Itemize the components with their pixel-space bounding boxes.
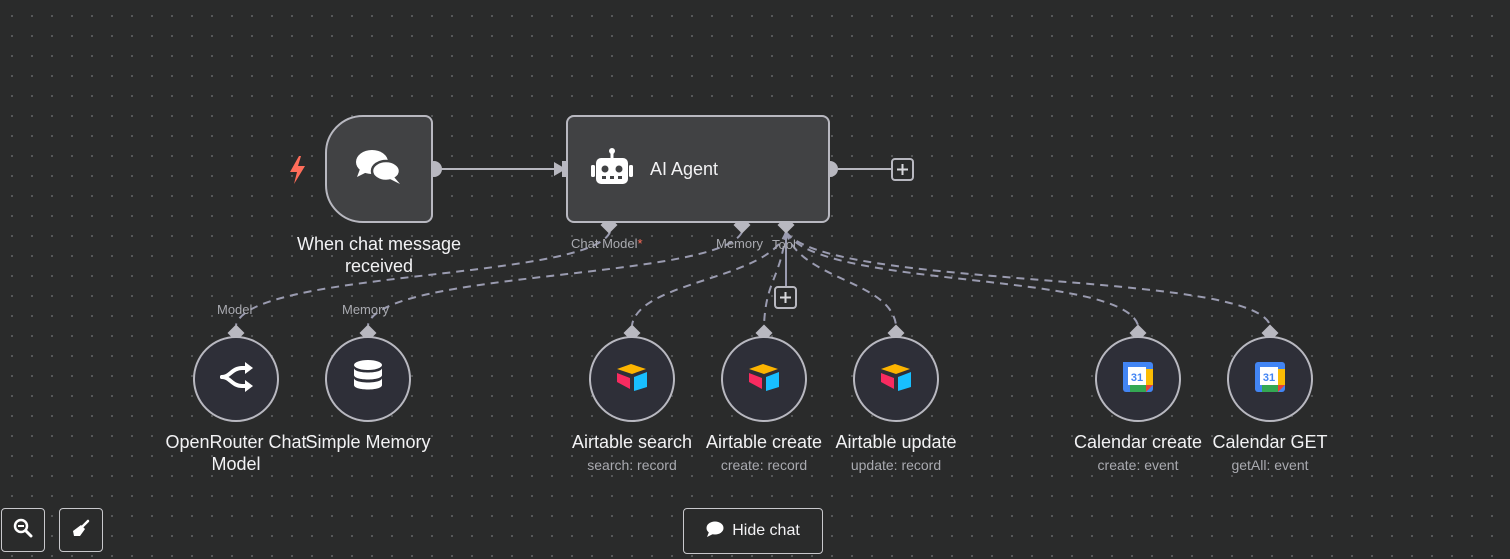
google-calendar-icon: 31 — [1255, 361, 1285, 397]
airtable-icon — [615, 363, 649, 396]
airtable-update-label: Airtable update — [835, 432, 957, 452]
hide-chat-button[interactable]: Hide chat — [683, 508, 823, 554]
database-icon — [353, 359, 383, 399]
chat-bubbles-icon — [354, 147, 404, 192]
airtable-search-node[interactable] — [589, 336, 675, 422]
agent-add-next-button[interactable] — [891, 158, 914, 181]
google-calendar-icon: 31 — [1123, 361, 1153, 397]
openrouter-port-label: Model — [217, 302, 253, 317]
robot-icon — [588, 145, 636, 193]
connections-layer — [227, 158, 1279, 342]
memory-port-label: Memory — [716, 236, 763, 251]
chat-model-port-label: Chat Model* — [571, 236, 643, 251]
calendar-day-number: 31 — [1263, 372, 1275, 384]
chat-trigger-label: When chat message received — [296, 234, 462, 276]
airtable-icon — [747, 363, 781, 396]
openrouter-chat-model-node[interactable] — [193, 336, 279, 422]
tidy-up-button[interactable] — [59, 508, 103, 552]
calendar-get-label: Calendar GET — [1212, 432, 1328, 452]
airtable-update-operation: update: record — [850, 457, 942, 473]
hide-chat-label: Hide chat — [732, 522, 800, 539]
calendar-get-operation: getAll: event — [1231, 457, 1309, 473]
ai-agent-node[interactable]: AI Agent — [566, 115, 830, 223]
chat-bubble-icon — [706, 521, 724, 542]
broom-icon — [71, 518, 91, 543]
ai-agent-title: AI Agent — [650, 158, 719, 179]
lightning-bolt-icon — [287, 155, 309, 185]
calendar-day-number: 31 — [1131, 372, 1143, 384]
simple-memory-label: Simple Memory — [305, 432, 431, 452]
simple-memory-port-label: Memory — [342, 302, 389, 317]
airtable-update-node[interactable] — [853, 336, 939, 422]
calendar-get-node[interactable]: 31 — [1227, 336, 1313, 422]
zoom-out-icon — [13, 518, 33, 543]
tool-port-label: Tool — [772, 237, 796, 252]
airtable-icon — [879, 363, 913, 396]
add-tool-button[interactable] — [774, 286, 797, 309]
openrouter-icon — [218, 361, 254, 397]
tool-connection-calendar-get — [785, 231, 1271, 326]
chat-trigger-node[interactable] — [325, 115, 433, 223]
airtable-create-node[interactable] — [721, 336, 807, 422]
tool-connection-calendar-create — [785, 231, 1139, 326]
simple-memory-node[interactable] — [325, 336, 411, 422]
calendar-create-node[interactable]: 31 — [1095, 336, 1181, 422]
zoom-out-button[interactable] — [1, 508, 45, 552]
